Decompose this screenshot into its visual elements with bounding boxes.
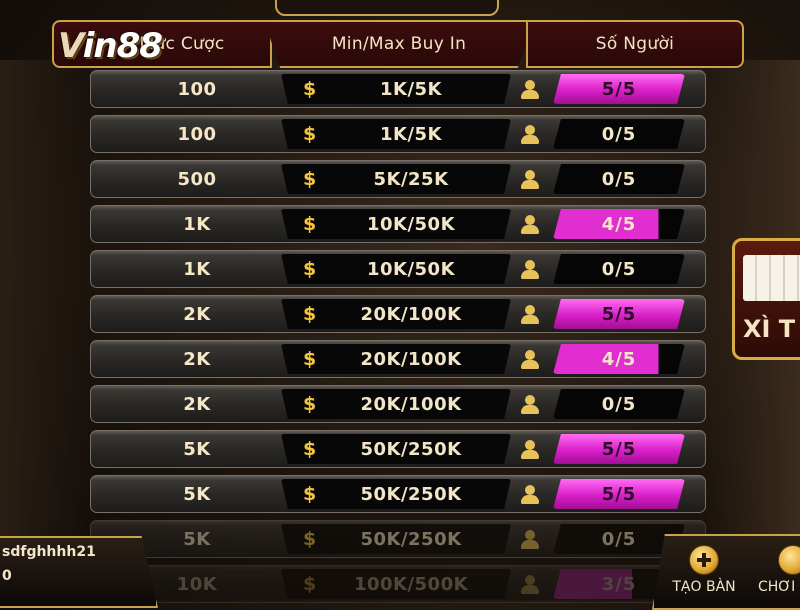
play-button[interactable]: CHƠI [758, 545, 800, 595]
side-card-label: XÌ T [743, 315, 796, 343]
room-players: 4/5 [553, 209, 685, 239]
room-buyin: 50K/250K [360, 483, 462, 505]
room-buyin: 50K/250K [360, 438, 462, 460]
person-icon [521, 125, 539, 144]
vin88-logo: Vin88 [58, 26, 163, 66]
person-icon [521, 305, 539, 324]
room-players: 5/5 [553, 299, 685, 329]
room-stake: 5K [183, 483, 211, 505]
header-buyin-label: Min/Max Buy In [331, 34, 467, 54]
room-row[interactable]: 100 $1K/5K 5/5 [90, 70, 706, 108]
room-row[interactable]: 2K $20K/100K 0/5 [90, 385, 706, 423]
room-buyin: 20K/100K [360, 303, 462, 325]
person-icon [521, 350, 539, 369]
person-icon [521, 485, 539, 504]
dollar-icon: $ [303, 348, 317, 370]
create-table-button[interactable]: TẠO BÀN [668, 545, 740, 595]
top-frame-stub [275, 0, 499, 16]
room-stake: 100 [177, 78, 217, 100]
room-row[interactable]: 500 $5K/25K 0/5 [90, 160, 706, 198]
dollar-icon: $ [303, 213, 317, 235]
play-icon [778, 545, 800, 575]
room-players: 5/5 [553, 74, 685, 104]
dollar-icon: $ [303, 123, 317, 145]
dollar-icon: $ [303, 528, 317, 550]
dollar-icon: $ [303, 168, 317, 190]
room-players: 5/5 [553, 479, 685, 509]
room-buyin: 50K/250K [360, 528, 462, 550]
room-players: 4/5 [553, 344, 685, 374]
room-players: 5/5 [553, 434, 685, 464]
room-buyin: 10K/50K [366, 258, 456, 280]
person-icon [521, 80, 539, 99]
person-icon [521, 440, 539, 459]
room-players: 0/5 [553, 119, 685, 149]
play-label: CHƠI [758, 579, 796, 595]
room-stake: 2K [183, 348, 211, 370]
room-stake: 1K [183, 258, 211, 280]
room-players: 0/5 [553, 254, 685, 284]
room-stake: 2K [183, 303, 211, 325]
room-row[interactable]: 1K $10K/50K 4/5 [90, 205, 706, 243]
person-icon [521, 530, 539, 549]
dollar-icon: $ [303, 303, 317, 325]
room-players: 0/5 [553, 164, 685, 194]
room-row[interactable]: 5K $50K/250K 0/5 [90, 520, 706, 558]
dollar-icon: $ [303, 483, 317, 505]
create-table-label: TẠO BÀN [672, 579, 736, 595]
room-buyin: 1K/5K [379, 78, 443, 100]
person-icon [521, 215, 539, 234]
header-players-label: Số Người [595, 34, 675, 54]
room-buyin: 1K/5K [379, 123, 443, 145]
room-row[interactable]: 1K $10K/50K 0/5 [90, 250, 706, 288]
person-icon [521, 395, 539, 414]
room-stake: 100 [177, 123, 217, 145]
header-players: Số Người [526, 20, 744, 68]
dollar-icon: $ [303, 258, 317, 280]
room-row[interactable]: 2K $20K/100K 5/5 [90, 295, 706, 333]
room-buyin: 20K/100K [360, 393, 462, 415]
room-row[interactable]: 5K $50K/250K 5/5 [90, 475, 706, 513]
background-left [0, 60, 90, 600]
room-stake: 500 [177, 168, 217, 190]
room-buyin: 5K/25K [373, 168, 449, 190]
username: sdfghhhh21 [2, 544, 96, 560]
room-stake: 2K [183, 393, 211, 415]
room-row[interactable]: 100 $1K/5K 0/5 [90, 115, 706, 153]
dollar-icon: $ [303, 393, 317, 415]
plus-icon [689, 545, 719, 575]
user-balance: 0 [2, 568, 12, 584]
playing-cards-icon [743, 255, 800, 301]
room-row[interactable]: 10K $100K/500K 3/5 [90, 565, 706, 603]
room-buyin: 20K/100K [360, 348, 462, 370]
person-icon [521, 170, 539, 189]
dollar-icon: $ [303, 78, 317, 100]
header-buyin: Min/Max Buy In [264, 20, 534, 68]
dollar-icon: $ [303, 438, 317, 460]
room-row[interactable]: 5K $50K/250K 5/5 [90, 430, 706, 468]
room-players: 0/5 [553, 389, 685, 419]
dollar-icon: $ [303, 573, 317, 595]
room-stake: 1K [183, 213, 211, 235]
person-icon [521, 575, 539, 594]
room-row[interactable]: 2K $20K/100K 4/5 [90, 340, 706, 378]
room-buyin: 100K/500K [353, 573, 469, 595]
room-stake: 5K [183, 438, 211, 460]
xi-to-game-card[interactable]: XÌ T [732, 238, 800, 360]
person-icon [521, 260, 539, 279]
room-list: 100 $1K/5K 5/5 100 $1K/5K 0/5 500 $5K/25K 0/5 1K $… [90, 70, 706, 610]
room-buyin: 10K/50K [366, 213, 456, 235]
